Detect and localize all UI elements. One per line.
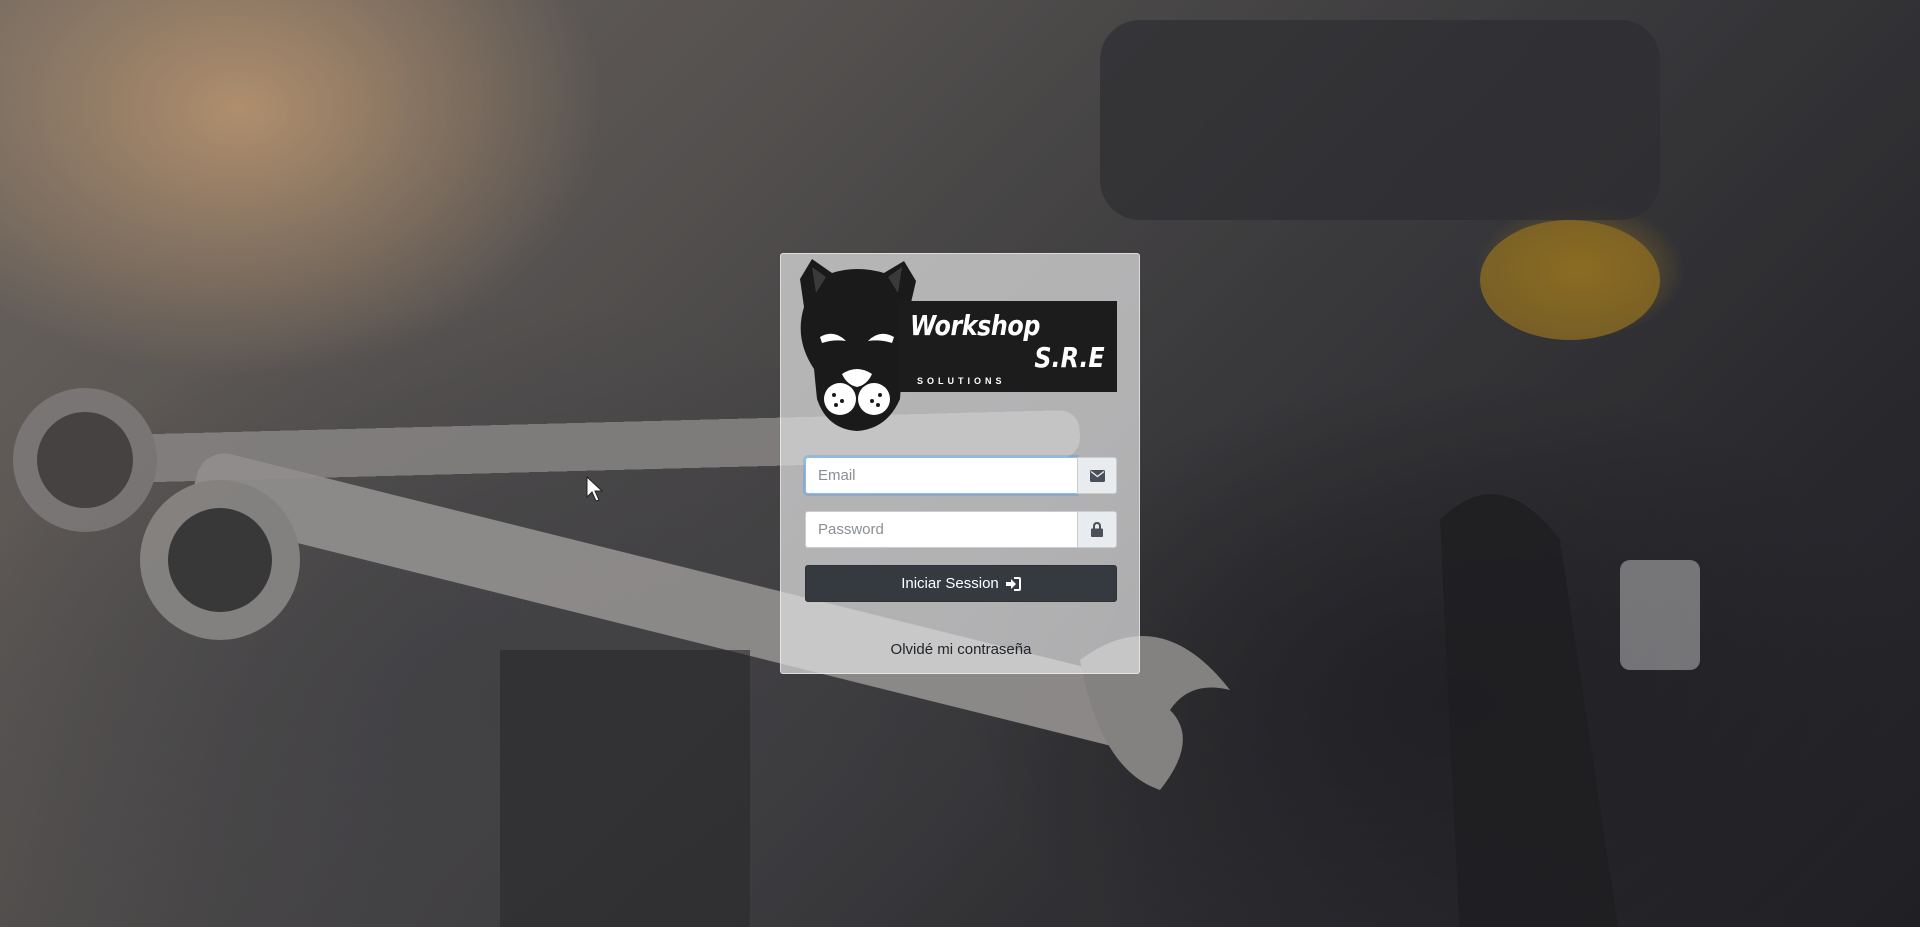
logo-text-panel: Workshop S.R.E SOLUTIONS [897, 301, 1117, 392]
email-addon [1077, 457, 1117, 494]
email-input[interactable] [805, 457, 1077, 494]
password-input-group [805, 511, 1117, 548]
password-addon [1077, 511, 1117, 548]
login-button[interactable]: Iniciar Session [805, 565, 1117, 602]
password-input[interactable] [805, 511, 1077, 548]
login-button-label: Iniciar Session [901, 575, 999, 592]
logo-name-line2: S.R.E [1034, 341, 1105, 374]
envelope-icon [1089, 469, 1105, 482]
logo-name-line1: Workshop [910, 309, 1040, 342]
sign-in-icon [1005, 576, 1021, 591]
email-input-group [805, 457, 1117, 494]
forgot-password-link[interactable]: Olvidé mi contraseña [781, 641, 1141, 658]
workshop-logo: Workshop S.R.E SOLUTIONS [792, 259, 1117, 431]
login-card: Workshop S.R.E SOLUTIONS Iniciar Session [780, 253, 1140, 674]
lock-icon [1091, 522, 1103, 537]
mouse-cursor-icon [586, 476, 604, 502]
logo-tagline: SOLUTIONS [917, 376, 1006, 386]
